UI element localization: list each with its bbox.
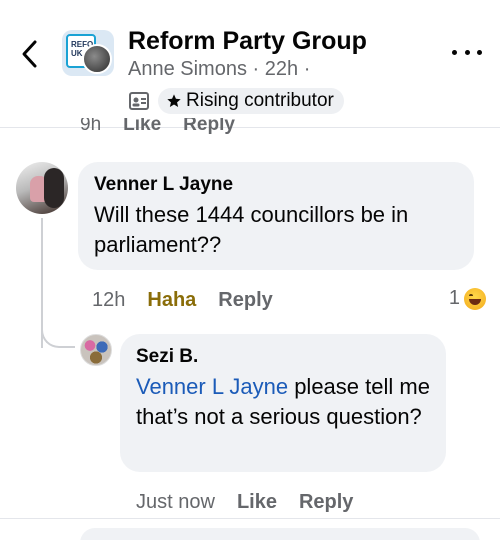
divider (0, 518, 500, 519)
mention-link[interactable]: Venner L Jayne (136, 374, 288, 399)
author-avatar (82, 44, 112, 74)
haha-reaction-button[interactable]: Haha (147, 289, 196, 312)
commenter-avatar[interactable] (16, 162, 68, 214)
comment-actions: 12h Haha Reply (92, 289, 273, 312)
haha-emoji-icon (464, 287, 486, 310)
member-card-icon (128, 90, 150, 112)
post-author[interactable]: Anne Simons (128, 58, 247, 80)
chevron-left-icon (22, 40, 37, 68)
comment-bubble[interactable]: Venner L Jayne Will these 1444 councillo… (78, 162, 474, 270)
previous-comment-time: 9h (80, 118, 102, 135)
badge-label: Rising contributor (186, 90, 334, 111)
reply-button[interactable]: Reply (299, 491, 353, 514)
dot-icon (452, 49, 457, 55)
reply-button[interactable]: Reply (218, 289, 272, 312)
post-meta: Anne Simons · 22h · (128, 58, 310, 81)
meta-separator: · (252, 58, 260, 80)
previous-comment-actions: 9h Like Reply (80, 118, 235, 142)
more-options-button[interactable] (452, 42, 482, 62)
group-name[interactable]: Reform Party Group (128, 27, 367, 56)
comment-time: 12h (92, 289, 126, 311)
previous-like-button[interactable]: Like (123, 118, 161, 142)
avatar-figure (44, 168, 64, 208)
thread-connector (41, 312, 75, 348)
dot-icon (477, 49, 482, 55)
reply-bubble[interactable]: Sezi B. Venner L Jayne please tell me th… (120, 334, 446, 472)
reaction-summary[interactable]: 1 (449, 287, 486, 310)
post-header: REFO UK Reform Party Group Anne Simons ·… (0, 0, 500, 128)
reply-text: Venner L Jayne please tell me that’s not… (136, 372, 430, 432)
comment-author[interactable]: Venner L Jayne (94, 172, 458, 198)
reply-actions: Just now Like Reply (136, 491, 353, 514)
back-button[interactable] (14, 34, 44, 74)
meta-separator-2: · (303, 58, 311, 80)
reply-author[interactable]: Sezi B. (136, 344, 430, 370)
like-button[interactable]: Like (237, 491, 277, 514)
badge-row: Rising contributor (128, 88, 344, 114)
rising-contributor-badge[interactable]: Rising contributor (158, 88, 344, 114)
post-time: 22h (264, 58, 299, 80)
comment-input[interactable] (80, 528, 480, 540)
star-icon (167, 94, 181, 107)
reply-avatar[interactable] (80, 334, 112, 366)
comment-text: Will these 1444 councillors be in parlia… (94, 202, 409, 257)
dot-icon (464, 49, 470, 55)
reaction-count: 1 (448, 287, 460, 309)
previous-reply-button[interactable]: Reply (183, 118, 235, 142)
reply-time: Just now (136, 491, 215, 513)
group-avatar[interactable]: REFO UK (62, 30, 114, 76)
